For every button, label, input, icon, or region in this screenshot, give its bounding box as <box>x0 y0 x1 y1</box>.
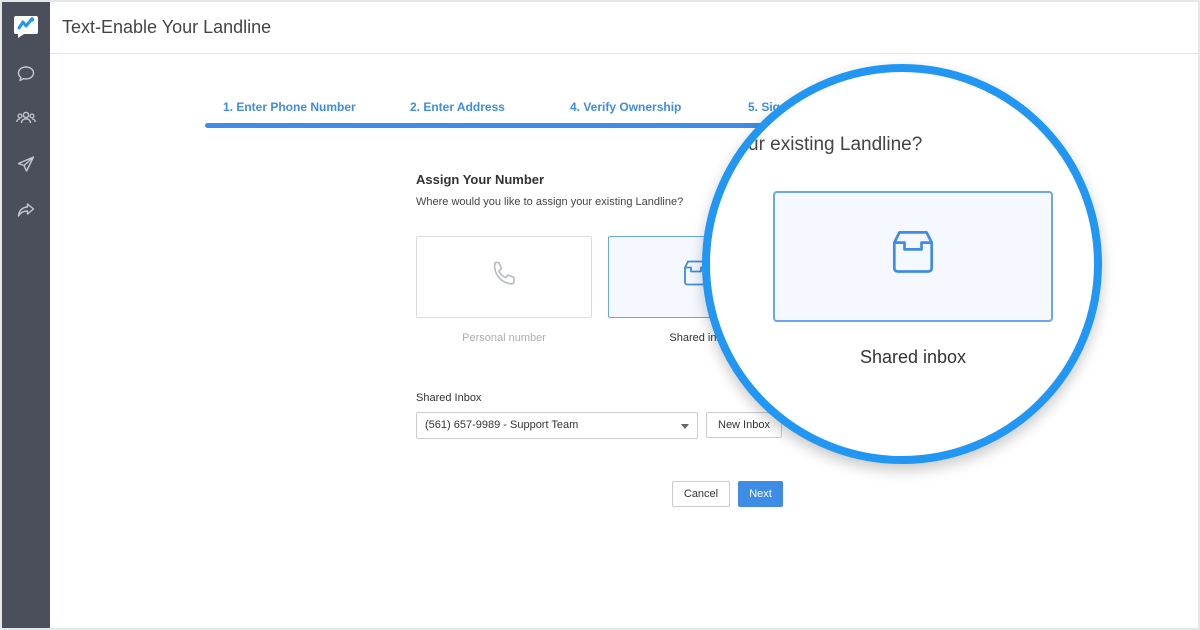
chat-bubble-icon[interactable] <box>14 62 38 86</box>
page-header: Text-Enable Your Landline <box>50 2 1198 54</box>
app-frame: Text-Enable Your Landline 1. Enter Phone… <box>0 0 1200 630</box>
step-verify-ownership[interactable]: 4. Verify Ownership <box>570 100 681 114</box>
contacts-group-icon[interactable] <box>14 106 38 130</box>
zoom-shared-inbox-card <box>773 191 1053 322</box>
section-title: Assign Your Number <box>416 172 545 187</box>
cancel-button[interactable]: Cancel <box>672 481 730 507</box>
wizard-steps: 1. Enter Phone Number 2. Enter Address 4… <box>205 100 805 120</box>
step-enter-address[interactable]: 2. Enter Address <box>410 100 505 114</box>
chevron-down-icon <box>681 424 689 429</box>
step-enter-phone-number[interactable]: 1. Enter Phone Number <box>223 100 356 114</box>
shared-inbox-select[interactable]: (561) 657-9989 - Support Team <box>416 412 698 439</box>
shared-inbox-selected-value: (561) 657-9989 - Support Team <box>425 419 579 431</box>
zoom-magnifier: ur existing Landline? Shared inbox <box>702 64 1102 464</box>
phone-icon <box>484 255 524 300</box>
section-subtitle: Where would you like to assign your exis… <box>416 196 684 208</box>
option-personal-number[interactable] <box>416 236 592 318</box>
zoom-subtitle-text: ur existing Landline? <box>748 134 923 155</box>
zoom-shared-inbox-label: Shared inbox <box>859 347 967 367</box>
inbox-tray-icon <box>879 220 947 293</box>
next-button[interactable]: Next <box>738 481 783 507</box>
app-logo[interactable] <box>12 12 40 40</box>
shared-inbox-label: Shared Inbox <box>416 392 482 404</box>
page-title: Text-Enable Your Landline <box>62 17 272 37</box>
option-personal-number-label: Personal number <box>462 332 546 344</box>
forward-share-icon[interactable] <box>14 198 38 222</box>
sidebar <box>2 2 50 628</box>
send-paper-plane-icon[interactable] <box>14 152 38 176</box>
new-inbox-button[interactable]: New Inbox <box>706 412 782 438</box>
